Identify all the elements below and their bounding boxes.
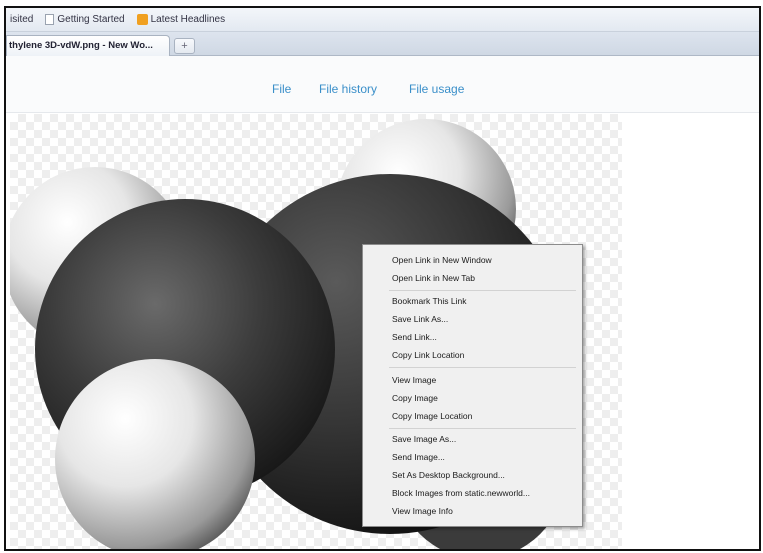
bookmarks-toolbar: isited Getting Started Latest Headlines xyxy=(6,8,759,32)
menu-item-save-image-as[interactable]: Save Image As... xyxy=(392,434,456,444)
new-tab-button[interactable]: + xyxy=(174,38,195,54)
bookmark-latest-headlines[interactable]: Latest Headlines xyxy=(133,14,230,25)
menu-item-view-image[interactable]: View Image xyxy=(392,375,436,385)
menu-item-save-link-as[interactable]: Save Link As... xyxy=(392,314,448,324)
bookmark-label: Latest Headlines xyxy=(150,14,226,25)
bookmark-most-visited[interactable]: isited xyxy=(6,14,37,25)
bookmark-label: Getting Started xyxy=(57,14,125,25)
menu-item-set-desktop-background[interactable]: Set As Desktop Background... xyxy=(392,470,505,480)
file-page-tabs: File File history File usage xyxy=(6,56,759,113)
browser-window: isited Getting Started Latest Headlines … xyxy=(4,6,761,551)
menu-item-send-link[interactable]: Send Link... xyxy=(392,332,437,342)
menu-item-block-images[interactable]: Block Images from static.newworld... xyxy=(392,488,530,498)
tab-active[interactable]: thylene 3D-vdW.png - New Wo... xyxy=(6,35,170,56)
tab-file-usage[interactable]: File usage xyxy=(409,82,464,96)
menu-item-open-link-new-window[interactable]: Open Link in New Window xyxy=(392,255,492,265)
menu-item-copy-image[interactable]: Copy Image xyxy=(392,393,438,403)
menu-separator xyxy=(389,428,576,429)
tab-bar: thylene 3D-vdW.png - New Wo... + xyxy=(6,32,759,56)
page-icon xyxy=(45,14,55,25)
bookmark-getting-started[interactable]: Getting Started xyxy=(41,14,128,25)
menu-separator xyxy=(389,367,576,368)
menu-item-copy-image-location[interactable]: Copy Image Location xyxy=(392,411,472,421)
hydrogen-atom xyxy=(55,359,255,549)
menu-separator xyxy=(389,290,576,291)
menu-item-view-image-info[interactable]: View Image Info xyxy=(392,506,453,516)
menu-item-copy-link-location[interactable]: Copy Link Location xyxy=(392,350,464,360)
tab-file-history[interactable]: File history xyxy=(319,82,377,96)
menu-item-bookmark-link[interactable]: Bookmark This Link xyxy=(392,296,466,306)
bookmark-label: isited xyxy=(10,14,34,25)
tab-file[interactable]: File xyxy=(272,82,291,96)
menu-item-open-link-new-tab[interactable]: Open Link in New Tab xyxy=(392,273,475,283)
menu-item-send-image[interactable]: Send Image... xyxy=(392,452,445,462)
rss-icon xyxy=(136,14,148,25)
context-menu: Open Link in New Window Open Link in New… xyxy=(362,244,583,527)
